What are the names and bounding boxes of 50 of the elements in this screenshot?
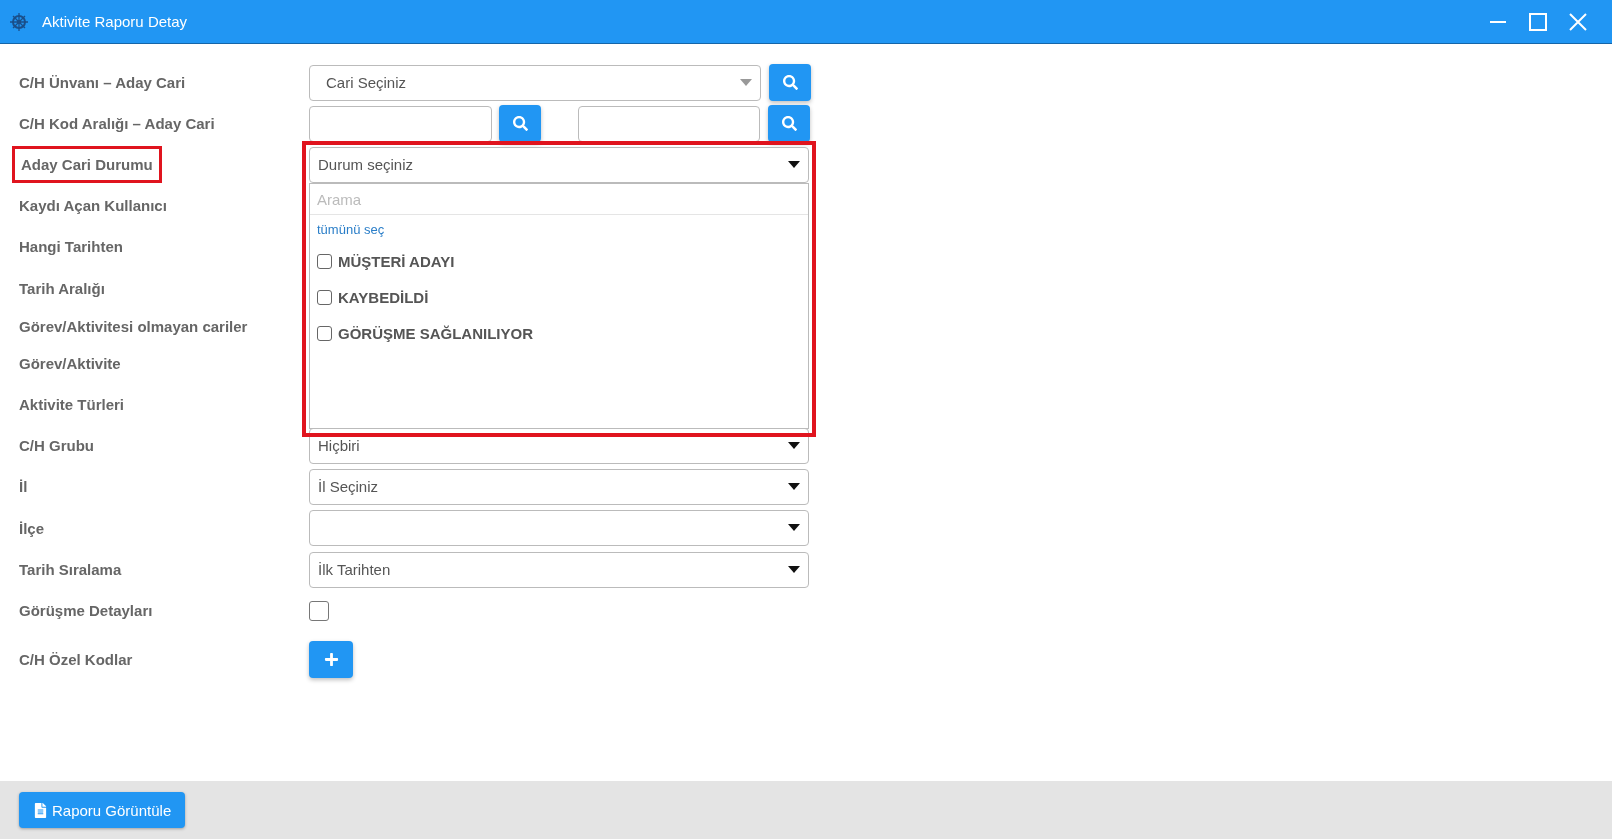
- caret-icon: [788, 160, 800, 169]
- select-field[interactable]: İlk Tarihten: [309, 551, 809, 588]
- code-to-field[interactable]: [578, 105, 760, 142]
- document-icon: [33, 802, 48, 818]
- search-button[interactable]: [768, 105, 810, 142]
- field-label: Görev/Aktivitesi olmayan cariler: [19, 317, 248, 335]
- field-label: Görev/Aktivite: [19, 355, 121, 372]
- checkbox[interactable]: [317, 325, 332, 341]
- field-label: Aktivite Türleri: [19, 396, 125, 413]
- checkbox[interactable]: [317, 253, 332, 269]
- caret-icon: [740, 78, 752, 87]
- search-icon: [782, 75, 798, 90]
- search-icon: [512, 116, 528, 131]
- field-label: C/H Kod Aralığı – Aday Cari: [19, 115, 215, 132]
- search-icon: [781, 116, 797, 131]
- caret-icon: [788, 441, 800, 450]
- minimize-icon: [1490, 20, 1506, 23]
- checkbox[interactable]: [309, 600, 329, 621]
- field-label: Kaydı Açan Kullanıcı: [19, 197, 167, 214]
- select-field[interactable]: İl Seçiniz: [309, 468, 809, 505]
- field-label: İlçe: [19, 519, 45, 537]
- option-item[interactable]: GÖRÜŞME SAĞLANILIYOR: [310, 315, 808, 351]
- search-button[interactable]: [769, 64, 811, 101]
- close-icon: [1569, 12, 1587, 31]
- caret-icon: [788, 565, 800, 574]
- option-item[interactable]: KAYBEDİLDİ: [310, 279, 808, 315]
- customer-select[interactable]: Cari Seçiniz: [309, 64, 761, 101]
- field-label: Tarih Sıralama: [19, 561, 122, 578]
- status-select[interactable]: Durum seçiniz: [309, 146, 809, 183]
- checkbox[interactable]: [317, 289, 332, 305]
- field-label: C/H Özel Kodlar: [19, 650, 133, 668]
- select-field[interactable]: [309, 510, 809, 546]
- field-label: Aday Cari Durumu: [12, 146, 162, 183]
- field-label: Hangi Tarihten: [19, 238, 123, 255]
- caret-icon: [788, 482, 800, 491]
- field-label: İl: [19, 478, 28, 495]
- maximize-icon: [1529, 12, 1547, 31]
- window-title: Aktivite Raporu Detay: [42, 13, 189, 30]
- select-all-link[interactable]: tümünü seç: [317, 222, 385, 237]
- plus-icon: [323, 651, 339, 667]
- search-button[interactable]: [499, 105, 541, 142]
- field-label: C/H Grubu: [19, 437, 94, 454]
- code-from-field[interactable]: [309, 105, 492, 142]
- field-label: Görüşme Detayları: [19, 602, 153, 619]
- field-label: C/H Ünvanı – Aday Cari: [19, 74, 186, 91]
- caret-icon: [788, 524, 800, 532]
- add-button[interactable]: [309, 640, 353, 678]
- field-label: Tarih Aralığı: [19, 279, 105, 297]
- option-item[interactable]: MÜŞTERİ ADAYI: [310, 243, 808, 279]
- gear-icon: [10, 12, 28, 31]
